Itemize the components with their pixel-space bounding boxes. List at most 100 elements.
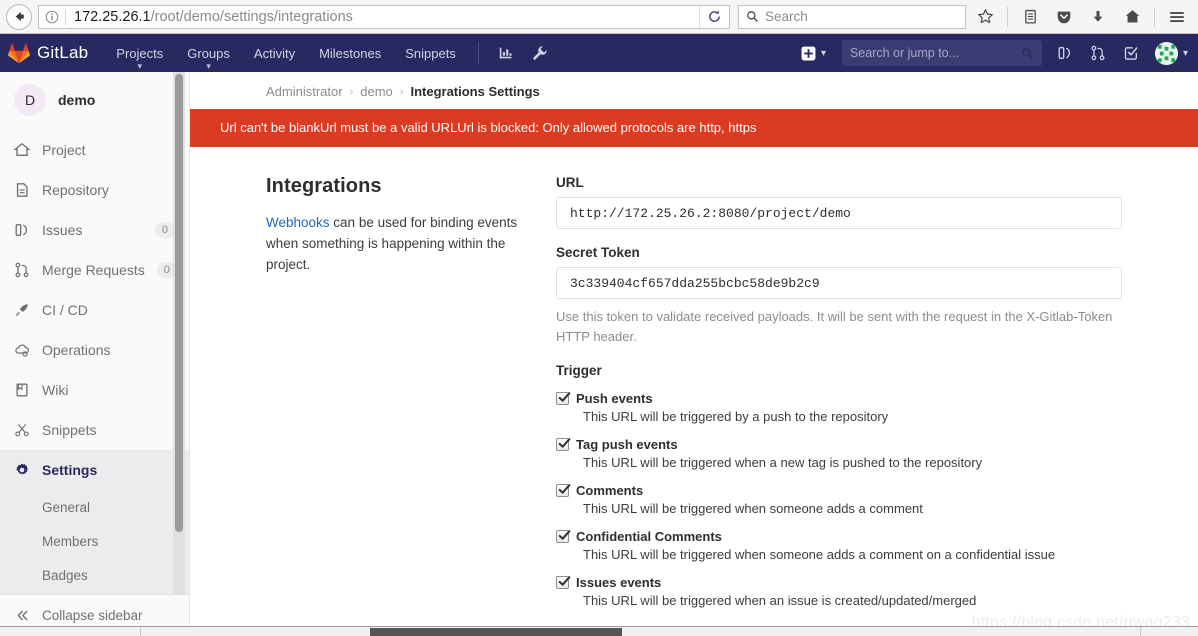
sidebar-issues-count: 0	[154, 222, 175, 238]
navbar-issues-button[interactable]	[1050, 38, 1081, 68]
breadcrumb-separator: ›	[349, 85, 354, 98]
sidebar-item-project-label: Project	[42, 142, 86, 158]
confidential-comments-description: This URL will be triggered when someone …	[583, 547, 1056, 562]
integrations-description-column: Integrations Webhooks can be used for bi…	[266, 175, 556, 621]
horizontal-scrollbar-thumb[interactable]	[370, 628, 622, 636]
sidebar-item-snippets-label: Snippets	[42, 422, 97, 438]
new-item-button[interactable]: ▾	[793, 46, 834, 61]
sidebar-subitem-general[interactable]: General	[0, 490, 189, 524]
home-button[interactable]	[1117, 3, 1147, 31]
gitlab-search-placeholder: Search or jump to...	[849, 46, 960, 60]
toolbar-divider	[1007, 6, 1008, 27]
push-events-checkbox[interactable]	[556, 392, 571, 405]
sidebar-item-snippets[interactable]: Snippets	[0, 410, 189, 450]
library-button[interactable]	[1015, 3, 1045, 31]
navbar-divider	[477, 42, 479, 64]
chevron-down-icon: ▾	[820, 47, 826, 59]
webhooks-link[interactable]: Webhooks	[266, 215, 330, 230]
comments-checkbox[interactable]	[556, 484, 571, 497]
page-title: Integrations	[266, 175, 382, 197]
sidebar-item-project[interactable]: Project	[0, 130, 189, 170]
webhook-form: URL http://172.25.26.2:8080/project/demo…	[556, 175, 1122, 621]
url-bar[interactable]: 172.25.26.1/root/demo/settings/integrati…	[38, 4, 730, 29]
sidebar-project-header[interactable]: D demo	[0, 72, 189, 130]
tag-push-events-checkbox[interactable]	[556, 438, 571, 451]
nav-link-milestones-label: Milestones	[319, 45, 382, 61]
reload-button[interactable]	[699, 5, 729, 28]
breadcrumb: Administrator › demo › Integrations Sett…	[190, 72, 1198, 109]
nav-admin-button[interactable]	[523, 34, 557, 72]
nav-link-activity[interactable]: Activity	[242, 34, 307, 72]
secret-token-input[interactable]: 3c339404cf657dda255bcbc58de9b2c9	[556, 267, 1122, 299]
nav-analytics-button[interactable]	[489, 34, 523, 72]
downloads-button[interactable]	[1083, 3, 1113, 31]
downloads-icon	[1093, 10, 1103, 22]
sidebar-item-repository-label: Repository	[42, 182, 109, 198]
url-field-label: URL	[556, 175, 584, 190]
issues-events-description: This URL will be triggered when an issue…	[583, 593, 977, 608]
browser-search-box[interactable]: Search	[738, 4, 966, 29]
checkmark-icon	[558, 392, 571, 402]
navbar-todos-button[interactable]	[1116, 38, 1147, 68]
scrollbar-tick	[140, 627, 141, 636]
sidebar-item-issues[interactable]: Issues 0	[0, 210, 189, 250]
secret-token-help-text: Use this token to validate received payl…	[556, 309, 1113, 344]
gitlab-tanuki-logo-icon	[8, 43, 30, 63]
library-icon	[1024, 9, 1036, 24]
breadcrumb-item-demo[interactable]: demo	[360, 84, 393, 99]
trigger-issues-events: Issues events This URL will be triggered…	[556, 575, 1122, 608]
nav-link-projects[interactable]: Projects ▾	[104, 34, 175, 72]
confidential-comments-checkbox[interactable]	[556, 530, 571, 543]
horizontal-scrollbar[interactable]	[0, 626, 1198, 636]
issues-events-checkbox[interactable]	[556, 576, 571, 589]
sidebar-item-wiki-label: Wiki	[42, 382, 69, 398]
sidebar-item-merge-requests[interactable]: Merge Requests 0	[0, 250, 189, 290]
sidebar-subitem-badges[interactable]: Badges	[0, 558, 189, 592]
site-identity-icon[interactable]	[39, 10, 65, 24]
gitlab-logo-link[interactable]: GitLab	[8, 43, 104, 64]
search-icon	[747, 11, 758, 22]
gitlab-brand-text: GitLab	[37, 43, 89, 62]
url-text: 172.25.26.1/root/demo/settings/integrati…	[66, 9, 699, 25]
bookmark-star-button[interactable]	[970, 3, 1000, 31]
sidebar-item-settings[interactable]: Settings	[0, 450, 189, 490]
breadcrumb-item-administrator[interactable]: Administrator	[266, 84, 343, 99]
sidebar-item-repository[interactable]: Repository	[0, 170, 189, 210]
user-menu-button[interactable]: ▾	[1149, 41, 1188, 65]
gitlab-search-input[interactable]: Search or jump to...	[841, 40, 1042, 66]
error-alert-banner: Url can't be blankUrl must be a valid UR…	[190, 109, 1198, 147]
trigger-tag-push-events: Tag push events This URL will be trigger…	[556, 437, 1122, 470]
project-sidebar: D demo Project Repository Issues 0 Merge…	[0, 72, 190, 636]
sidebar-item-ci-cd[interactable]: CI / CD	[0, 290, 189, 330]
navbar-merge-requests-button[interactable]	[1083, 38, 1114, 68]
url-input[interactable]: http://172.25.26.2:8080/project/demo	[556, 197, 1122, 229]
issues-icon	[1059, 47, 1071, 59]
scissors-icon	[14, 422, 30, 438]
sidebar-item-operations[interactable]: Operations	[0, 330, 189, 370]
sidebar-item-wiki[interactable]: Wiki	[0, 370, 189, 410]
checkmark-icon	[558, 484, 571, 494]
tag-push-events-description: This URL will be triggered when a new ta…	[583, 455, 983, 470]
browser-back-button[interactable]	[6, 3, 32, 30]
nav-link-snippets-label: Snippets	[405, 45, 456, 61]
search-icon	[1022, 47, 1033, 59]
avatar	[1154, 41, 1178, 65]
hamburger-menu-button[interactable]	[1162, 3, 1192, 31]
gear-icon	[14, 462, 30, 478]
comments-label: Comments	[576, 483, 644, 498]
sidebar-item-merge-requests-label: Merge Requests	[42, 262, 145, 278]
trigger-confidential-comments: Confidential Comments This URL will be t…	[556, 529, 1122, 562]
sidebar-subitem-members[interactable]: Members	[0, 524, 189, 558]
trigger-push-events: Push events This URL will be triggered b…	[556, 391, 1122, 424]
scrollbar-tick	[1140, 627, 1141, 636]
breadcrumb-separator: ›	[399, 85, 404, 98]
nav-link-snippets[interactable]: Snippets	[393, 34, 468, 72]
double-chevron-left-icon	[14, 608, 30, 623]
sidebar-scrollbar-thumb[interactable]	[175, 74, 183, 532]
merge-requests-icon	[14, 262, 30, 278]
pocket-button[interactable]	[1049, 3, 1079, 31]
nav-link-projects-label: Projects	[116, 45, 164, 61]
nav-link-groups[interactable]: Groups ▾	[175, 34, 242, 72]
nav-link-milestones[interactable]: Milestones	[307, 34, 393, 72]
checkmark-icon	[558, 438, 571, 448]
